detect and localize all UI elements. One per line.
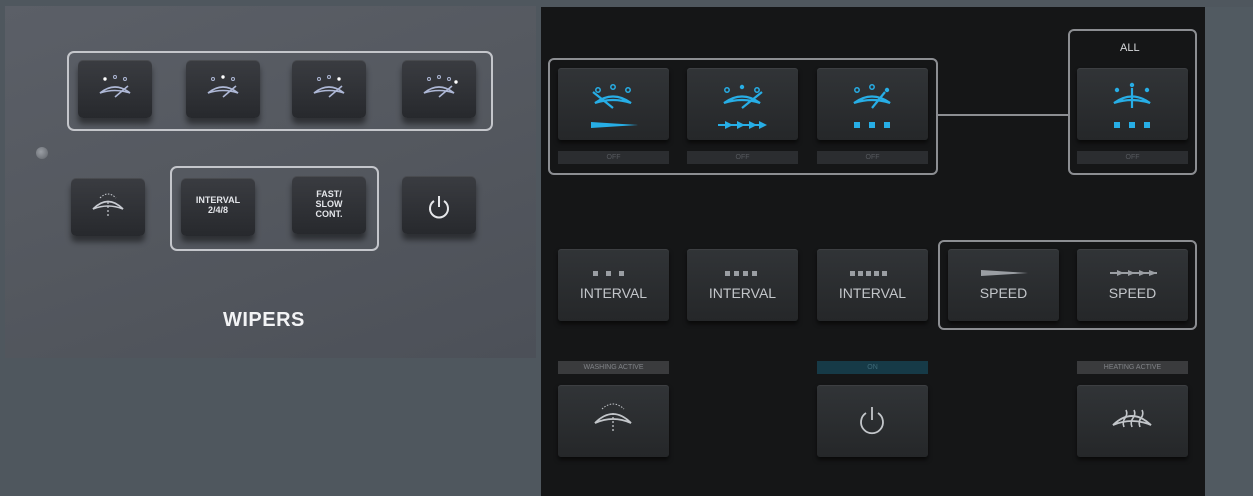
indicator-led — [36, 147, 48, 159]
wipers-title: WIPERS — [223, 309, 305, 331]
interval-5-button[interactable]: INTERVAL — [817, 249, 928, 321]
heating-button[interactable] — [1077, 385, 1188, 457]
power-button[interactable] — [402, 176, 476, 234]
wiper-all-button[interactable] — [402, 60, 476, 118]
interval-button[interactable]: INTERVAL 2/4/8 — [181, 178, 255, 236]
wiper-3-button[interactable] — [292, 60, 366, 118]
wiper-3-icon — [313, 75, 345, 98]
wiper-2-button[interactable] — [687, 68, 798, 140]
wiper-3-status: OFF — [817, 151, 928, 164]
fast-slow-button[interactable]: FAST/ SLOW CONT. — [292, 176, 366, 234]
interval-4-label: INTERVAL — [708, 285, 777, 301]
wiper-2-status: OFF — [687, 151, 798, 164]
wiper-1-button[interactable] — [78, 60, 152, 118]
wiper-all-icon — [423, 75, 458, 98]
interval-3-button[interactable]: INTERVAL — [558, 249, 669, 321]
power-button[interactable] — [817, 385, 928, 457]
interval-3-label: INTERVAL — [579, 285, 648, 301]
interval-4-button[interactable]: INTERVAL — [687, 249, 798, 321]
washer-icon — [594, 403, 632, 431]
wiper-3-button[interactable] — [817, 68, 928, 140]
wiper-1-icon — [99, 75, 131, 98]
digital-wiper-panel: ALL OFF OFF OFF OFF INTERVAL INTERVAL IN… — [541, 7, 1205, 496]
group-connector-line — [938, 114, 1068, 116]
wiper-interval-icon — [853, 84, 891, 128]
wiper-1-button[interactable] — [558, 68, 669, 140]
power-icon — [429, 196, 449, 219]
speed-fast-label: SPEED — [1108, 285, 1157, 301]
washer-icon — [92, 193, 124, 216]
wiper-all-button[interactable] — [1077, 68, 1188, 140]
physical-wiper-panel: INTERVAL 2/4/8 FAST/ SLOW CONT. WIPERS — [5, 6, 536, 358]
wiper-slow-icon — [591, 84, 638, 128]
speed-slow-button[interactable]: SPEED — [948, 249, 1059, 321]
wiper-2-button[interactable] — [186, 60, 260, 118]
power-icon — [860, 407, 884, 435]
heating-active-indicator: HEATING ACTIVE — [1077, 361, 1188, 374]
right-margin — [1205, 7, 1253, 496]
interval-button-label: INTERVAL 2/4/8 — [195, 195, 241, 215]
wiper-2-icon — [207, 75, 239, 98]
wiper-all-status: OFF — [1077, 151, 1188, 164]
wiper-all-icon — [1113, 82, 1151, 128]
windshield-heating-icon — [1112, 409, 1152, 428]
interval-5-label: INTERVAL — [838, 285, 907, 301]
wiper-fast-icon — [718, 84, 767, 129]
fast-slow-button-label: FAST/ SLOW CONT. — [315, 189, 343, 219]
speed-slow-label: SPEED — [979, 285, 1028, 301]
speed-fast-button[interactable]: SPEED — [1077, 249, 1188, 321]
washer-button[interactable] — [558, 385, 669, 457]
power-on-indicator: ON — [817, 361, 928, 374]
washer-button[interactable] — [71, 178, 145, 236]
washing-active-indicator: WASHING ACTIVE — [558, 361, 669, 374]
wiper-1-status: OFF — [558, 151, 669, 164]
all-label: ALL — [1120, 42, 1140, 54]
